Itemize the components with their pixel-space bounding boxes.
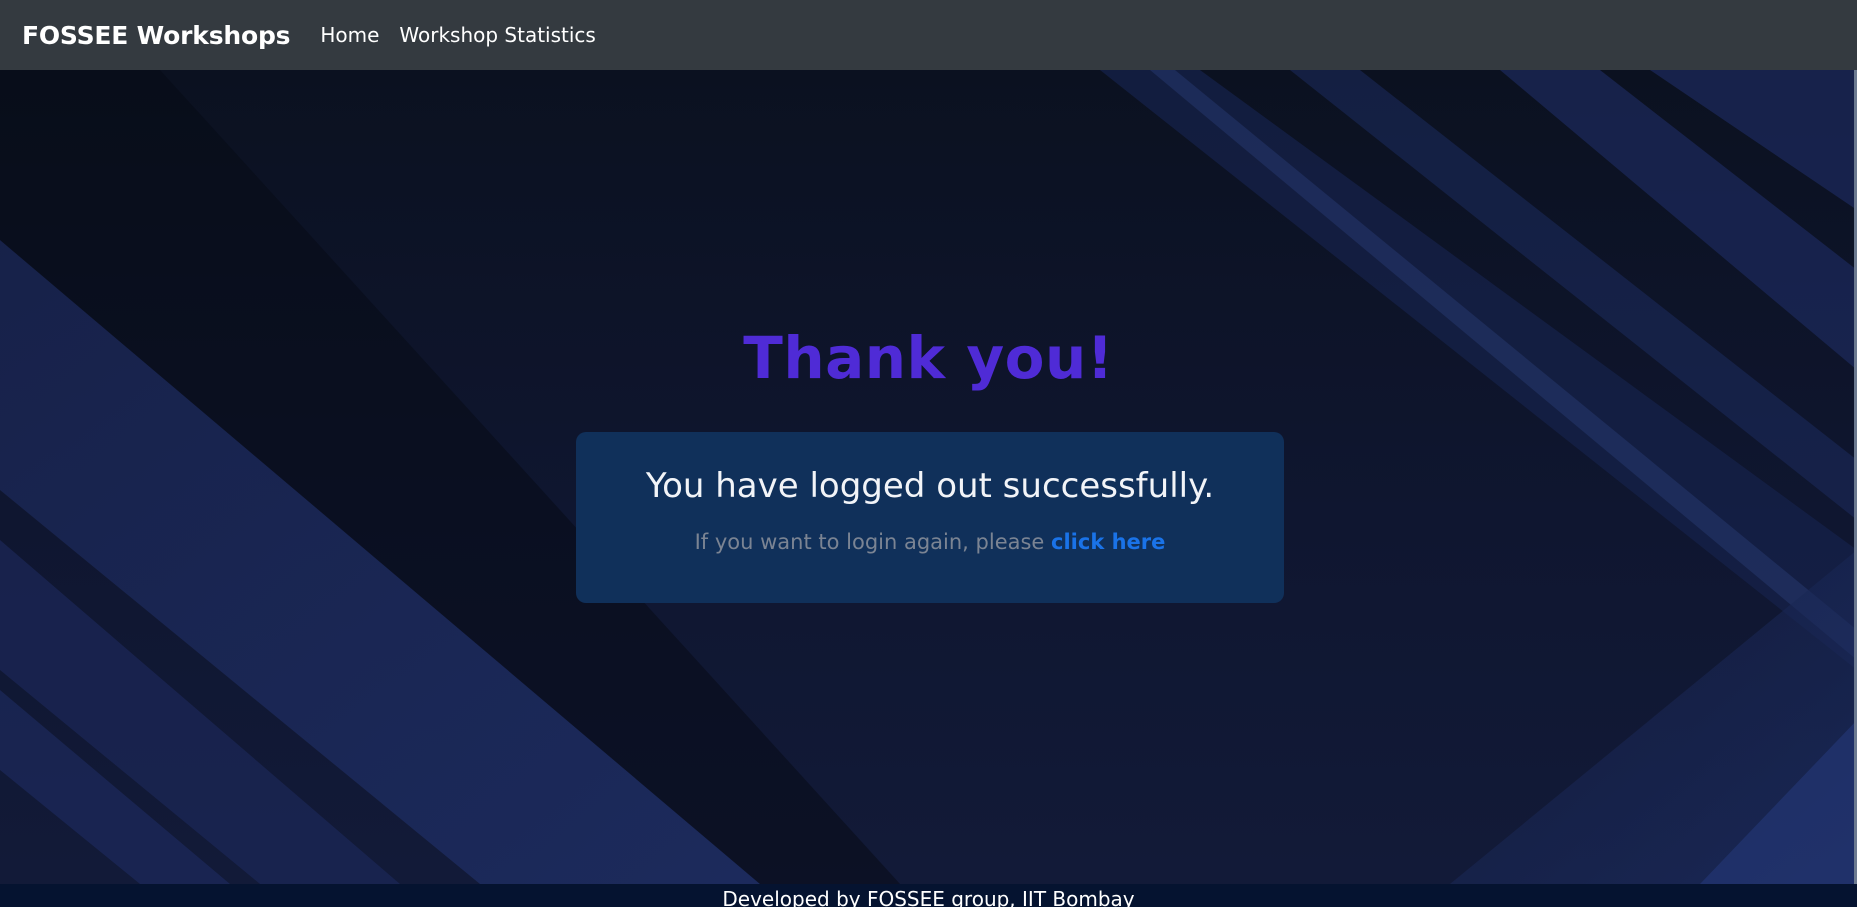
login-prompt-text: If you want to login again, please	[694, 530, 1052, 554]
nav-link-home[interactable]: Home	[320, 23, 379, 47]
login-prompt: If you want to login again, please click…	[576, 530, 1284, 554]
logout-message: You have logged out successfully.	[645, 466, 1215, 506]
footer-text: Developed by FOSSEE group, IIT Bombay	[722, 887, 1135, 907]
nav-link-workshop-statistics[interactable]: Workshop Statistics	[399, 23, 595, 47]
navbar: FOSSEE Workshops Home Workshop Statistic…	[0, 0, 1857, 70]
brand-link[interactable]: FOSSEE Workshops	[22, 21, 291, 50]
main-content: Thank you! You have logged out successfu…	[0, 70, 1857, 884]
footer: Developed by FOSSEE group, IIT Bombay	[0, 884, 1857, 907]
logout-card: You have logged out successfully. If you…	[576, 432, 1284, 603]
login-link[interactable]: click here	[1051, 530, 1165, 554]
page-title: Thank you!	[743, 324, 1114, 392]
